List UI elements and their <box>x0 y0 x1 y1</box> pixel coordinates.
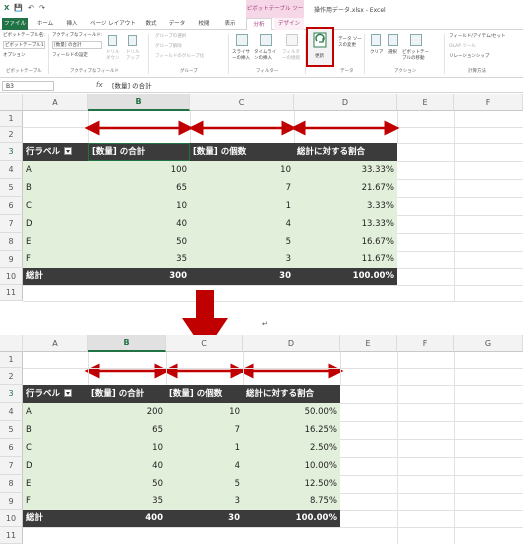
select-all-corner[interactable] <box>0 335 23 352</box>
row-header[interactable]: 7 <box>0 457 23 475</box>
count-cell[interactable]: 7 <box>166 421 243 439</box>
percent-header[interactable]: 総計に対する割合 <box>243 385 340 403</box>
percent-cell[interactable]: 10.00% <box>243 457 340 475</box>
row-header[interactable]: 4 <box>0 403 23 421</box>
filter-dropdown-icon[interactable] <box>64 389 73 397</box>
grand-total-percent[interactable]: 100.00% <box>243 510 340 527</box>
count-cell[interactable]: 10 <box>166 403 243 421</box>
count-cell[interactable]: 3 <box>166 493 243 510</box>
col-header-d[interactable]: D <box>243 335 340 352</box>
row-label[interactable]: C <box>23 439 88 457</box>
col-header-e[interactable]: E <box>340 335 397 352</box>
sum-cell[interactable]: 40 <box>88 457 166 475</box>
sum-header[interactable]: [数量] の合計 <box>88 385 166 403</box>
row-header[interactable]: 2 <box>0 368 23 385</box>
grand-total-sum[interactable]: 400 <box>88 510 166 527</box>
col-header-b[interactable]: B <box>88 335 166 352</box>
percent-cell[interactable]: 12.50% <box>243 475 340 493</box>
row-header[interactable]: 10 <box>0 510 23 527</box>
sum-cell[interactable]: 65 <box>88 421 166 439</box>
row-label[interactable]: B <box>23 421 88 439</box>
row-header[interactable]: 8 <box>0 475 23 493</box>
percent-cell[interactable]: 2.50% <box>243 439 340 457</box>
row-label[interactable]: A <box>23 403 88 421</box>
row-header[interactable]: 9 <box>0 493 23 510</box>
grand-total-count[interactable]: 30 <box>166 510 243 527</box>
row-label[interactable]: F <box>23 493 88 510</box>
row-header[interactable]: 6 <box>0 439 23 457</box>
count-header[interactable]: [数量] の個数 <box>166 385 243 403</box>
col-header-g[interactable]: G <box>454 335 523 352</box>
percent-cell[interactable]: 50.00% <box>243 403 340 421</box>
row-label[interactable]: D <box>23 457 88 475</box>
count-cell[interactable]: 5 <box>166 475 243 493</box>
col-header-a[interactable]: A <box>23 335 88 352</box>
paragraph-mark: ↵ <box>262 320 268 328</box>
grand-total-label[interactable]: 総計 <box>23 510 88 527</box>
sum-cell[interactable]: 35 <box>88 493 166 510</box>
percent-cell[interactable]: 16.25% <box>243 421 340 439</box>
sum-cell[interactable]: 200 <box>88 403 166 421</box>
col-header-c[interactable]: C <box>166 335 243 352</box>
header-text: 行ラベル <box>26 389 61 399</box>
row-label[interactable]: E <box>23 475 88 493</box>
count-cell[interactable]: 1 <box>166 439 243 457</box>
row-header[interactable]: 3 <box>0 385 23 403</box>
row-header[interactable]: 1 <box>0 352 23 368</box>
col-header-f[interactable]: F <box>397 335 454 352</box>
row-header[interactable]: 11 <box>0 527 23 544</box>
sum-cell[interactable]: 10 <box>88 439 166 457</box>
row-header[interactable]: 5 <box>0 421 23 439</box>
sum-cell[interactable]: 50 <box>88 475 166 493</box>
percent-cell[interactable]: 8.75% <box>243 493 340 510</box>
count-cell[interactable]: 4 <box>166 457 243 475</box>
row-labels-header[interactable]: 行ラベル <box>23 385 88 403</box>
